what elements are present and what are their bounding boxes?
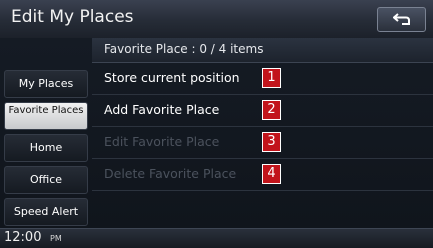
number-badge: 1 (262, 68, 281, 88)
back-button[interactable] (377, 7, 426, 32)
menu-item-edit-favorite-place[interactable]: Edit Favorite Place 3 (92, 127, 433, 159)
menu-item-store-current-position[interactable]: Store current position 1 (92, 63, 433, 95)
clock-ampm: PM (50, 234, 62, 243)
favorites-count-text: Favorite Place : 0 / 4 items (104, 42, 264, 56)
number-badge: 3 (262, 132, 281, 152)
menu-item-delete-favorite-place[interactable]: Delete Favorite Place 4 (92, 159, 433, 191)
clock-time: 12:00 (4, 230, 42, 245)
menu-item-label: Add Favorite Place (104, 102, 220, 117)
number-badge: 4 (262, 164, 281, 184)
sidebar: My Places Favorite Places Home Office Sp… (0, 62, 92, 228)
status-bar: 12:00 PM (0, 228, 433, 248)
content-area: Favorite Place : 0 / 4 items My Places F… (0, 38, 433, 228)
sidebar-item-favorite-places[interactable]: Favorite Places (4, 102, 88, 130)
sidebar-item-speed-alert[interactable]: Speed Alert (4, 198, 88, 226)
page-title: Edit My Places (11, 7, 134, 27)
sidebar-item-my-places[interactable]: My Places (4, 70, 88, 98)
back-arrow-icon (393, 13, 410, 25)
menu-item-label: Store current position (104, 70, 240, 85)
number-badge: 2 (262, 100, 281, 120)
favorites-count-header: Favorite Place : 0 / 4 items (92, 38, 433, 63)
menu-item-add-favorite-place[interactable]: Add Favorite Place 2 (92, 95, 433, 127)
sidebar-item-office[interactable]: Office (4, 166, 88, 194)
menu-item-label: Delete Favorite Place (104, 166, 237, 181)
menu-item-label: Edit Favorite Place (104, 134, 220, 149)
title-bar: Edit My Places (0, 0, 433, 39)
sidebar-item-home[interactable]: Home (4, 134, 88, 162)
nav-screen: Edit My Places Favorite Place : 0 / 4 it… (0, 0, 433, 248)
